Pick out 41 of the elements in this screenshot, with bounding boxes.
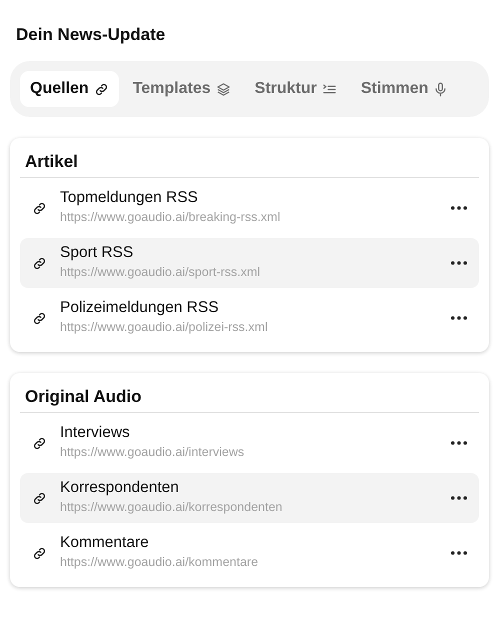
section-heading: Original Audio xyxy=(20,387,479,413)
link-icon xyxy=(32,310,47,326)
source-item[interactable]: Kommentare https://www.goaudio.ai/kommentare xyxy=(20,528,479,578)
more-icon[interactable] xyxy=(451,261,467,265)
more-icon[interactable] xyxy=(451,316,467,320)
list-indent-icon xyxy=(322,82,337,96)
source-item[interactable]: Interviews https://www.goaudio.ai/interviews xyxy=(20,418,479,468)
more-icon[interactable] xyxy=(451,441,467,445)
microphone-icon xyxy=(433,82,448,96)
source-name: Korrespondenten xyxy=(60,478,180,496)
link-icon xyxy=(32,200,47,216)
source-name: Interviews xyxy=(60,424,131,442)
more-icon[interactable] xyxy=(451,551,467,555)
tab[interactable]: Stimmen xyxy=(350,71,458,107)
section-heading: Artikel xyxy=(20,152,479,178)
source-item[interactable]: Topmeldungen RSS https://www.goaudio.ai/breaking-rss.xml xyxy=(20,183,479,233)
source-url: https://www.goaudio.ai/sport-rss.xml xyxy=(60,264,262,278)
more-icon[interactable] xyxy=(451,496,467,500)
source-name: Topmeldungen RSS xyxy=(60,188,199,206)
link-icon xyxy=(32,546,47,560)
source-name: Kommentare xyxy=(60,534,150,552)
source-name: Sport RSS xyxy=(60,244,134,262)
link-icon xyxy=(32,490,47,506)
source-url: https://www.goaudio.ai/korrespondenten xyxy=(60,500,284,514)
source-url: https://www.goaudio.ai/interviews xyxy=(60,444,246,458)
source-name: Polizeimeldungen RSS xyxy=(60,298,220,316)
link-icon xyxy=(94,82,109,96)
source-item[interactable]: Polizeimeldungen RSS https://www.goaudio.ai/polizei-rss.xml xyxy=(20,293,479,343)
link-icon xyxy=(32,256,47,270)
source-url: https://www.goaudio.ai/breaking-rss.xml xyxy=(60,210,282,224)
tab[interactable]: Struktur xyxy=(244,71,347,107)
layers-icon xyxy=(216,82,231,96)
tab[interactable]: Templates xyxy=(122,71,241,107)
source-url: https://www.goaudio.ai/kommentare xyxy=(60,554,260,568)
link-icon xyxy=(32,436,47,450)
more-icon[interactable] xyxy=(451,206,467,210)
source-item[interactable]: Korrespondenten https://www.goaudio.ai/korrespondenten xyxy=(20,473,479,523)
tab[interactable]: Quellen xyxy=(20,71,119,107)
source-item[interactable]: Sport RSS https://www.goaudio.ai/sport-rss.xml xyxy=(20,238,479,288)
page-title: Dein News-Update xyxy=(16,25,166,45)
source-url: https://www.goaudio.ai/polizei-rss.xml xyxy=(60,320,269,334)
